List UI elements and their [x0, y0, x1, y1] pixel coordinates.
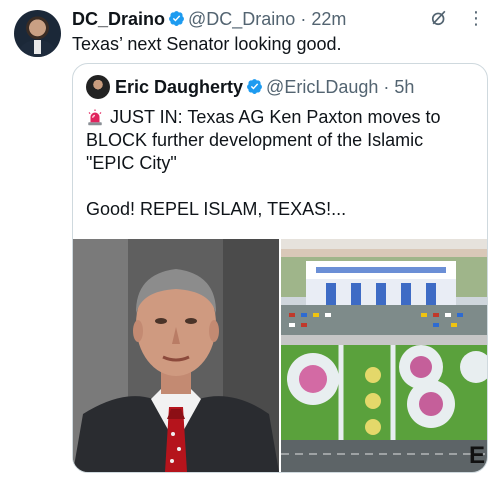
verified-badge-icon [169, 11, 184, 26]
portrait-image[interactable] [73, 239, 279, 472]
grok-icon[interactable] [429, 8, 449, 28]
quote-author-handle[interactable]: @EricLDaugh [266, 77, 378, 97]
quote-header: Eric Daugherty @EricLDaugh · 5h [115, 75, 414, 99]
quote-text: JUST IN: Texas AG Ken Paxton moves to BL… [86, 106, 476, 221]
verified-badge-icon [247, 79, 262, 94]
image-overlay-letter: E [468, 442, 485, 469]
rendering-illustration [281, 239, 487, 472]
author-avatar[interactable] [14, 10, 61, 57]
tweet-actions-top: ⋮ [429, 8, 485, 28]
more-options-icon[interactable]: ⋮ [467, 8, 485, 28]
quote-author-name[interactable]: Eric Daugherty [115, 77, 243, 97]
author-name[interactable]: DC_Draino [72, 9, 165, 29]
avatar-shirt [34, 40, 41, 54]
quote-author-avatar[interactable] [86, 75, 110, 99]
quote-line1-text: JUST IN: Texas AG Ken Paxton moves to BL… [86, 107, 441, 173]
tweet-text: Texas’ next Senator looking good. [72, 34, 342, 54]
quote-text-line-2: Good! REPEL ISLAM, TEXAS!... [86, 199, 347, 219]
tweet[interactable]: DC_Draino @DC_Draino · 22m ⋮ Texas’ next … [0, 0, 500, 480]
separator-dot: · [383, 77, 390, 97]
quote-text-line-1: JUST IN: Texas AG Ken Paxton moves to BL… [86, 106, 476, 175]
quote-time[interactable]: 5h [394, 77, 414, 97]
separator-dot: · [300, 9, 307, 29]
development-rendering-image[interactable]: E [281, 239, 487, 472]
tweet-time[interactable]: 22m [311, 9, 346, 29]
author-handle[interactable]: @DC_Draino [188, 9, 295, 29]
siren-emoji-icon [88, 109, 102, 126]
quoted-tweet[interactable]: Eric Daugherty @EricLDaugh · 5h JUST IN: … [72, 63, 488, 473]
portrait-illustration [73, 239, 279, 472]
tweet-header: DC_Draino @DC_Draino · 22m [72, 8, 346, 30]
